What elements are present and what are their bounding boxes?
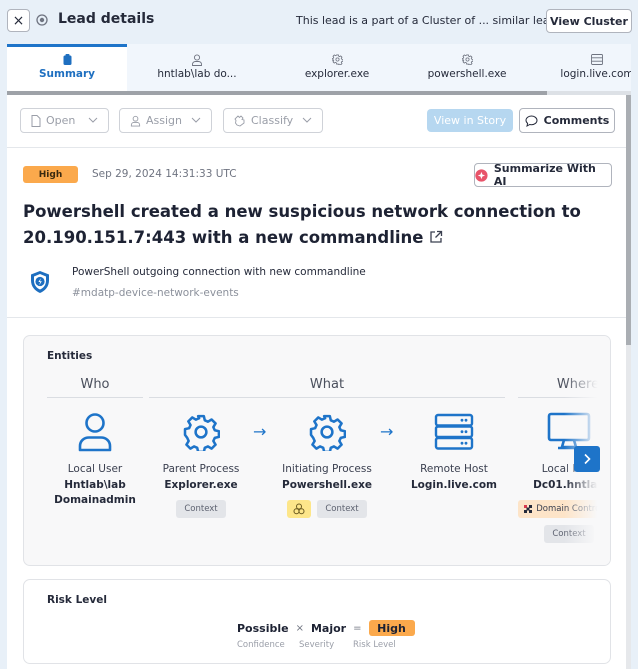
page-title: Lead details	[58, 11, 155, 27]
view-in-story-button[interactable]: View in Story	[427, 109, 513, 132]
action-toolbar: Open Assign Classify View in Story Comme…	[7, 95, 626, 148]
main-scrollbar-thumb[interactable]	[626, 95, 631, 345]
chevron-right-icon	[584, 453, 591, 465]
next-entities-button[interactable]	[574, 446, 600, 472]
lead-source-tag: #mdatp-device-network-events	[72, 287, 239, 299]
entity-tabs: Summary hntlab\lab do... explorer.exe po…	[7, 44, 631, 91]
entity-initiating-process[interactable]: Initiating Process Powershell.exe Contex…	[272, 411, 382, 518]
entities-card: Entities Who What Where Local User Hntla…	[23, 335, 611, 566]
column-what: What	[309, 377, 345, 392]
divider	[149, 397, 505, 398]
confidence-value: Possible	[237, 621, 289, 635]
tab-summary[interactable]: Summary	[7, 44, 127, 91]
classify-dropdown[interactable]: Classify	[223, 108, 323, 133]
document-icon	[31, 114, 41, 127]
column-who: Who	[80, 377, 110, 392]
open-dropdown[interactable]: Open	[20, 108, 109, 133]
risk-formula: Possible × Major = High	[237, 620, 415, 636]
user-icon	[130, 115, 141, 126]
severity-badge: High	[23, 166, 78, 183]
user-icon	[40, 411, 150, 453]
close-button[interactable]: ×	[7, 9, 30, 32]
times-operator: ×	[295, 622, 304, 634]
ai-sparkle-icon	[475, 168, 488, 182]
process-tree-chip[interactable]	[287, 500, 312, 518]
summarize-with-ai-button[interactable]: Summarize With AI	[474, 162, 612, 188]
tab-login-live[interactable]: login.live.com	[527, 44, 631, 91]
server-icon	[591, 53, 603, 66]
risk-level-label: Risk Level	[47, 594, 107, 606]
cluster-info: This lead is a part of a Cluster of ... …	[296, 14, 563, 27]
severity-caption: Severity	[299, 640, 335, 650]
entity-remote-host[interactable]: Remote Host Login.live.com	[399, 411, 509, 493]
defender-shield-icon	[31, 271, 49, 293]
divider	[7, 317, 626, 318]
lead-description: PowerShell outgoing connection with new …	[72, 266, 366, 278]
domain-controller-icon	[524, 505, 533, 513]
gear-icon	[461, 53, 473, 66]
gear-icon	[331, 53, 343, 66]
arrow-right-icon: →	[380, 422, 394, 441]
risk-level-caption: Risk Level	[353, 640, 396, 650]
view-cluster-button[interactable]: View Cluster	[546, 9, 632, 33]
header: × Lead details This lead is a part of a …	[0, 0, 638, 44]
divider	[47, 397, 143, 398]
risk-level-badge: High	[368, 620, 415, 636]
chevron-down-icon	[88, 117, 98, 123]
target-icon	[36, 14, 48, 26]
arrow-right-icon: →	[253, 422, 267, 441]
context-chip[interactable]: Context	[317, 500, 367, 518]
tab-user[interactable]: hntlab\lab do...	[127, 44, 267, 91]
comment-icon	[525, 114, 538, 127]
user-icon	[191, 53, 203, 66]
gear-icon	[272, 411, 382, 453]
lead-summary-panel: Open Assign Classify View in Story Comme…	[7, 95, 631, 669]
lead-timestamp: Sep 29, 2024 14:31:33 UTC	[92, 168, 237, 180]
external-link-icon[interactable]	[429, 226, 443, 252]
server-icon	[399, 411, 509, 453]
chevron-down-icon	[302, 117, 312, 123]
process-tree-icon	[293, 503, 305, 515]
equals-operator: =	[353, 622, 362, 634]
severity-value: Major	[310, 621, 347, 635]
main-scrollbar[interactable]	[626, 95, 631, 669]
risk-level-card: Risk Level Possible × Major = High Confi…	[23, 579, 611, 664]
lead-title: Powershell created a new suspicious netw…	[23, 199, 623, 252]
entity-local-user[interactable]: Local User Hntlab\lab Domainadmin	[40, 411, 150, 508]
tab-explorer[interactable]: explorer.exe	[267, 44, 407, 91]
comments-button[interactable]: Comments	[519, 108, 615, 133]
assign-dropdown[interactable]: Assign	[119, 108, 212, 133]
tab-powershell[interactable]: powershell.exe	[407, 44, 527, 91]
gear-icon	[146, 411, 256, 453]
entity-parent-process[interactable]: Parent Process Explorer.exe Context	[146, 411, 256, 518]
clipboard-icon	[63, 53, 72, 66]
entities-label: Entities	[47, 350, 93, 362]
confidence-caption: Confidence	[237, 640, 285, 650]
close-icon: ×	[12, 12, 25, 29]
chevron-down-icon	[191, 117, 201, 123]
classify-icon	[234, 114, 245, 127]
context-chip[interactable]: Context	[176, 500, 226, 518]
